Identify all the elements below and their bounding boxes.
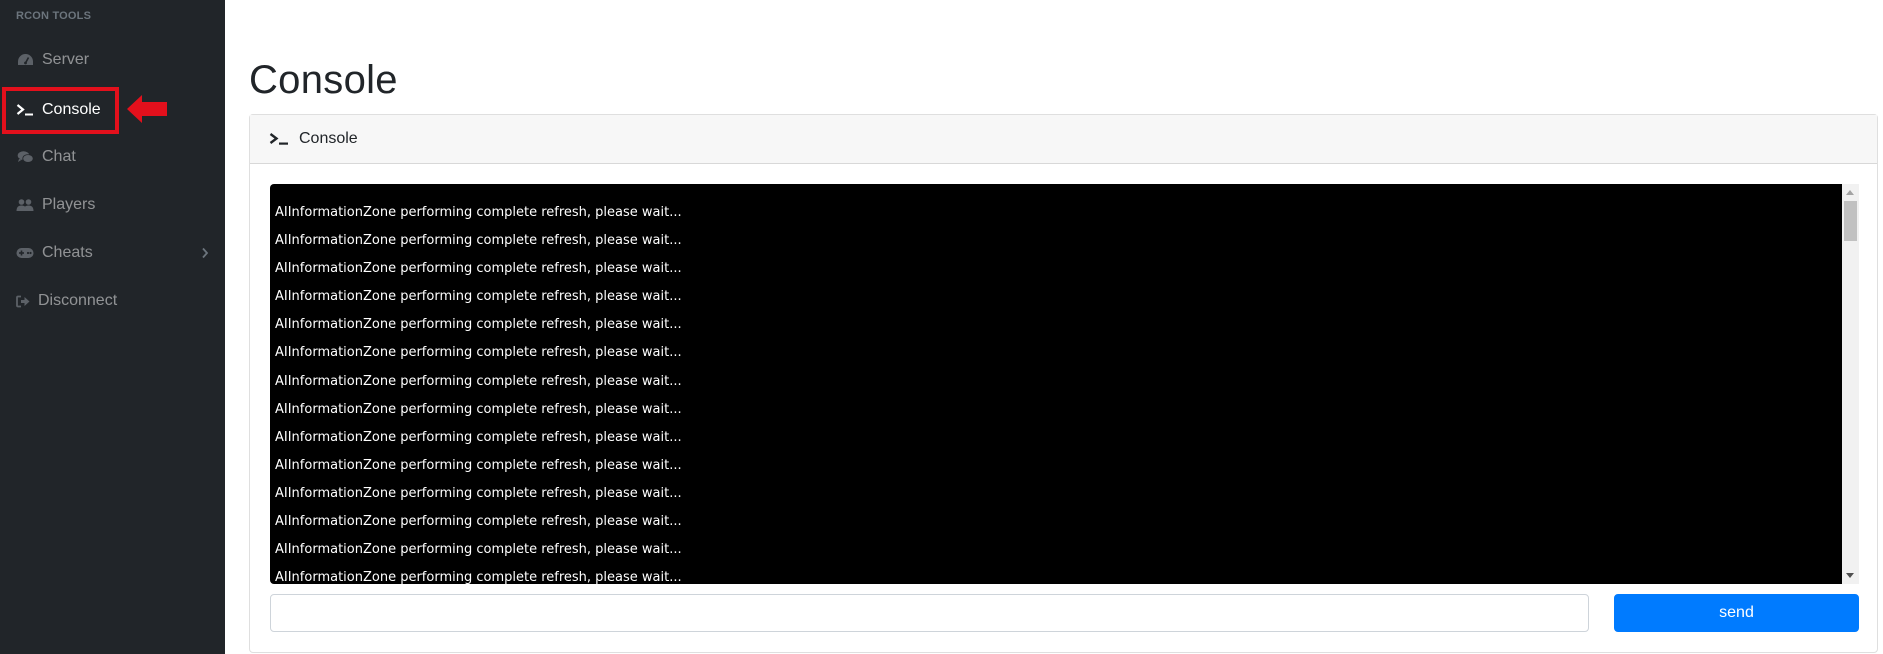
page-title: Console xyxy=(249,58,398,102)
console-line: AIInformationZone performing complete re… xyxy=(275,429,682,445)
console-line: AIInformationZone performing complete re… xyxy=(275,542,682,558)
console-line: AIInformationZone performing complete re… xyxy=(275,401,682,417)
tachometer-icon xyxy=(16,52,34,68)
sidebar-item-label: Console xyxy=(42,101,101,118)
main-content: Console Console AIInformationZone perfor… xyxy=(225,0,1883,654)
gamepad-icon xyxy=(16,245,34,261)
comments-icon xyxy=(16,149,34,165)
scroll-up-arrow-icon[interactable] xyxy=(1846,190,1854,195)
sidebar-item-console[interactable]: Console xyxy=(0,90,225,130)
sidebar-item-server[interactable]: Server xyxy=(0,40,225,80)
chevron-right-icon xyxy=(201,246,209,264)
card-header: Console xyxy=(250,115,1877,164)
sidebar-item-label: Chat xyxy=(42,148,76,165)
sidebar-item-label: Disconnect xyxy=(38,292,118,309)
scroll-down-arrow-icon[interactable] xyxy=(1846,573,1854,578)
console-line: AIInformationZone performing complete re… xyxy=(275,570,682,584)
console-line: AIInformationZone performing complete re… xyxy=(275,205,682,220)
console-card: Console AIInformationZone performing com… xyxy=(249,114,1878,653)
terminal-icon xyxy=(16,102,34,118)
sidebar-item-label: Server xyxy=(42,51,90,68)
sidebar-item-disconnect[interactable]: Disconnect xyxy=(0,281,225,321)
sidebar-item-players[interactable]: Players xyxy=(0,185,225,225)
console-output[interactable]: AIInformationZone performing complete re… xyxy=(270,184,1859,584)
sidebar-item-label: Cheats xyxy=(42,244,93,261)
command-input[interactable] xyxy=(270,594,1589,632)
sidebar-heading: RCON TOOLS xyxy=(16,10,92,22)
sidebar-item-label: Players xyxy=(42,196,96,213)
console-line: AIInformationZone performing complete re… xyxy=(275,289,682,305)
console-line: AIInformationZone performing complete re… xyxy=(275,457,682,473)
console-line: AIInformationZone performing complete re… xyxy=(275,233,682,249)
console-line: AIInformationZone performing complete re… xyxy=(275,345,682,361)
sidebar-item-cheats[interactable]: Cheats xyxy=(0,233,225,273)
console-scrollbar[interactable] xyxy=(1842,184,1859,584)
annotation-arrow-icon xyxy=(126,94,168,129)
terminal-icon xyxy=(269,132,289,146)
console-line: AIInformationZone performing complete re… xyxy=(275,373,682,389)
sign-out-icon xyxy=(16,293,30,309)
sidebar-item-chat[interactable]: Chat xyxy=(0,137,225,177)
console-line: AIInformationZone performing complete re… xyxy=(275,261,682,277)
sidebar: RCON TOOLS Server Console Chat Players C… xyxy=(0,0,225,654)
console-line: AIInformationZone performing complete re… xyxy=(275,317,682,333)
card-header-title: Console xyxy=(299,130,358,147)
console-line: AIInformationZone performing complete re… xyxy=(275,485,682,501)
send-button[interactable]: send xyxy=(1614,594,1859,632)
console-lines: AIInformationZone performing complete re… xyxy=(275,199,1839,584)
users-icon xyxy=(16,197,34,213)
console-line: AIInformationZone performing complete re… xyxy=(275,514,682,530)
scrollbar-thumb[interactable] xyxy=(1844,201,1857,241)
